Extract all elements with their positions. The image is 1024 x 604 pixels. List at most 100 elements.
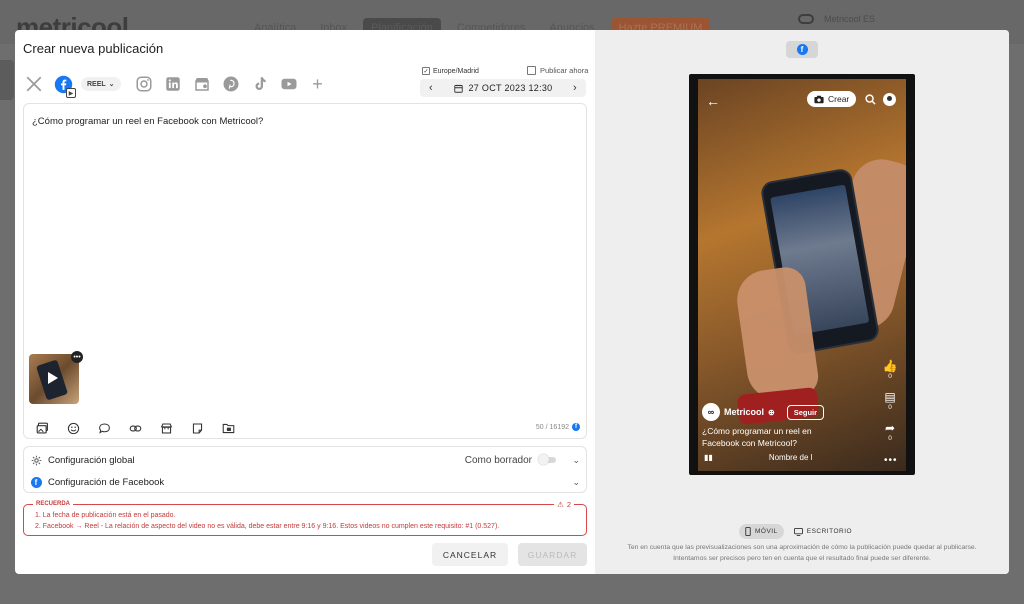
facebook-icon[interactable]: ▶ (52, 73, 76, 98)
preview-tab-facebook[interactable]: f (786, 41, 818, 58)
shop-icon[interactable] (158, 421, 174, 435)
mobile-view-label: MÓVIL (755, 528, 778, 535)
comment-bubble-icon: ▤ (884, 390, 896, 404)
character-counter: 50 / 16192 f (536, 423, 580, 431)
emoji-icon[interactable] (65, 421, 81, 435)
publish-now-checkbox[interactable]: Publicar ahora (527, 66, 588, 75)
google-business-icon[interactable] (191, 73, 213, 95)
draft-toggle-group: Como borrador (464, 454, 556, 466)
youtube-icon[interactable] (278, 73, 300, 95)
bg-account-name: Metricool ES (824, 14, 876, 24)
cancel-button[interactable]: CANCELAR (432, 543, 508, 566)
thumbnail-options-icon[interactable]: ••• (71, 351, 83, 363)
preview-like-count: 0 (888, 373, 892, 380)
checkbox-icon (527, 66, 536, 75)
folder-icon[interactable] (220, 421, 236, 435)
chevron-down-icon[interactable]: ⌄ (572, 477, 580, 488)
thumbs-up-icon: 👍 (882, 359, 898, 373)
warning-count: ⚠ 2 (554, 500, 574, 509)
timezone-selector[interactable]: ✓ Europe/Madrid (422, 67, 479, 75)
draft-toggle[interactable] (538, 454, 556, 465)
create-post-modal: Crear nueva publicación ▶ REEL ⌄ + ✓ Eur… (15, 30, 1009, 574)
date-value: 27 OCT 2023 12:30 (468, 83, 553, 93)
desktop-view-button[interactable]: ESCRITORIO (788, 524, 858, 539)
previous-date-button[interactable]: ‹ (429, 82, 433, 94)
reel-badge-icon: ▶ (66, 88, 76, 98)
gear-icon (30, 454, 42, 466)
facebook-icon: f (30, 476, 42, 488)
date-display[interactable]: 27 OCT 2023 12:30 (453, 83, 553, 93)
camera-icon (814, 95, 824, 103)
globe-icon: ⊕ (768, 407, 775, 417)
link-icon[interactable] (127, 421, 143, 435)
preview-audio-row: ▮▮ Nombre de l (704, 453, 884, 462)
preview-caption: ¿Cómo programar un reel en Facebook con … (702, 426, 812, 448)
background-sidebar (0, 60, 14, 100)
config-global-row[interactable]: Configuración global Como borrador ⌄ (30, 449, 582, 471)
reel-type-label: REEL (87, 80, 106, 88)
tiktok-icon[interactable] (249, 73, 271, 95)
date-picker: ‹ 27 OCT 2023 12:30 › (420, 79, 586, 97)
video-thumbnail[interactable] (29, 354, 79, 404)
reel-type-select[interactable]: REEL ⌄ (81, 77, 121, 91)
preview-profile: ∞ Metricool ⊕ Seguir (702, 403, 825, 421)
preview-share: ➦ 0 (882, 421, 898, 442)
timezone-check-icon: ✓ (422, 67, 430, 75)
preview-panel: f ← Crear 👍 0 ▤ 0 ➦ 0 ∞ Metricool ⊕ Segu… (595, 30, 1009, 574)
add-network-icon[interactable]: + (307, 73, 329, 95)
preview-audio-label: Nombre de l (768, 453, 813, 462)
next-date-button[interactable]: › (573, 82, 577, 94)
comment-icon[interactable] (96, 421, 112, 435)
config-global-label: Configuración global (48, 454, 135, 466)
post-editor[interactable]: ¿Cómo programar un reel en Facebook con … (23, 103, 587, 439)
linkedin-icon[interactable] (162, 73, 184, 95)
note-icon[interactable] (189, 421, 205, 435)
warning-line-1: 1. La fecha de publicación está en el pa… (35, 512, 176, 519)
preview-note-line-1: Ten en cuenta que las previsualizaciones… (627, 544, 977, 551)
config-facebook-row[interactable]: f Configuración de Facebook ⌄ (30, 471, 582, 493)
chevron-down-icon[interactable]: ⌄ (572, 455, 580, 466)
play-icon (48, 372, 58, 384)
warning-triangle-icon: ⚠ (557, 500, 564, 509)
desktop-view-label: ESCRITORIO (806, 528, 853, 535)
reel-preview-screen: ← Crear 👍 0 ▤ 0 ➦ 0 ∞ Metricool ⊕ Seguir… (698, 79, 906, 471)
preview-like: 👍 0 (882, 359, 898, 380)
media-icon[interactable] (34, 421, 50, 435)
warning-count-value: 2 (566, 500, 571, 509)
bg-account-avatar (798, 14, 814, 24)
preview-comment: ▤ 0 (882, 390, 898, 411)
save-button[interactable]: GUARDAR (518, 543, 587, 566)
network-selector: ▶ REEL ⌄ + (23, 73, 336, 98)
post-text[interactable]: ¿Cómo programar un reel en Facebook con … (32, 116, 263, 127)
share-icon: ➦ (884, 421, 896, 435)
preview-create-button: Crear (807, 91, 857, 107)
facebook-icon: f (796, 44, 808, 55)
preview-profile-name: Metricool (724, 407, 765, 417)
timezone-label: Europe/Madrid (433, 67, 479, 75)
audio-bars-icon: ▮▮ (704, 453, 713, 462)
user-icon (883, 93, 896, 106)
preview-comment-count: 0 (888, 404, 892, 411)
preview-view-toggle: MÓVIL ESCRITORIO (739, 524, 858, 539)
config-facebook-label: Configuración de Facebook (48, 476, 165, 488)
facebook-small-icon: f (572, 423, 580, 431)
mobile-view-button[interactable]: MÓVIL (739, 524, 784, 539)
preview-note-line-2: Intentamos ser precisos pero ten en cuen… (673, 555, 931, 562)
warning-title: RECUERDA (33, 501, 74, 507)
editor-toolbar (34, 421, 236, 435)
config-section: Configuración global Como borrador ⌄ f C… (23, 446, 587, 493)
instagram-icon[interactable] (133, 73, 155, 95)
mobile-icon (745, 527, 751, 536)
warning-box: RECUERDA ⚠ 2 1. La fecha de publicación … (23, 500, 587, 536)
background-account: Metricool ES (798, 14, 875, 24)
draft-label: Como borrador (464, 454, 532, 466)
metricool-logo-icon: ∞ (702, 403, 720, 421)
publish-now-label: Publicar ahora (540, 66, 589, 75)
preview-create-label: Crear (828, 94, 850, 104)
character-count: 50 / 16192 (535, 423, 569, 431)
desktop-icon (793, 527, 803, 536)
twitter-x-icon[interactable] (23, 73, 45, 95)
pinterest-icon[interactable] (220, 73, 242, 95)
preview-share-count: 0 (888, 435, 892, 442)
editor-panel: Crear nueva publicación ▶ REEL ⌄ + ✓ Eur… (15, 30, 595, 574)
